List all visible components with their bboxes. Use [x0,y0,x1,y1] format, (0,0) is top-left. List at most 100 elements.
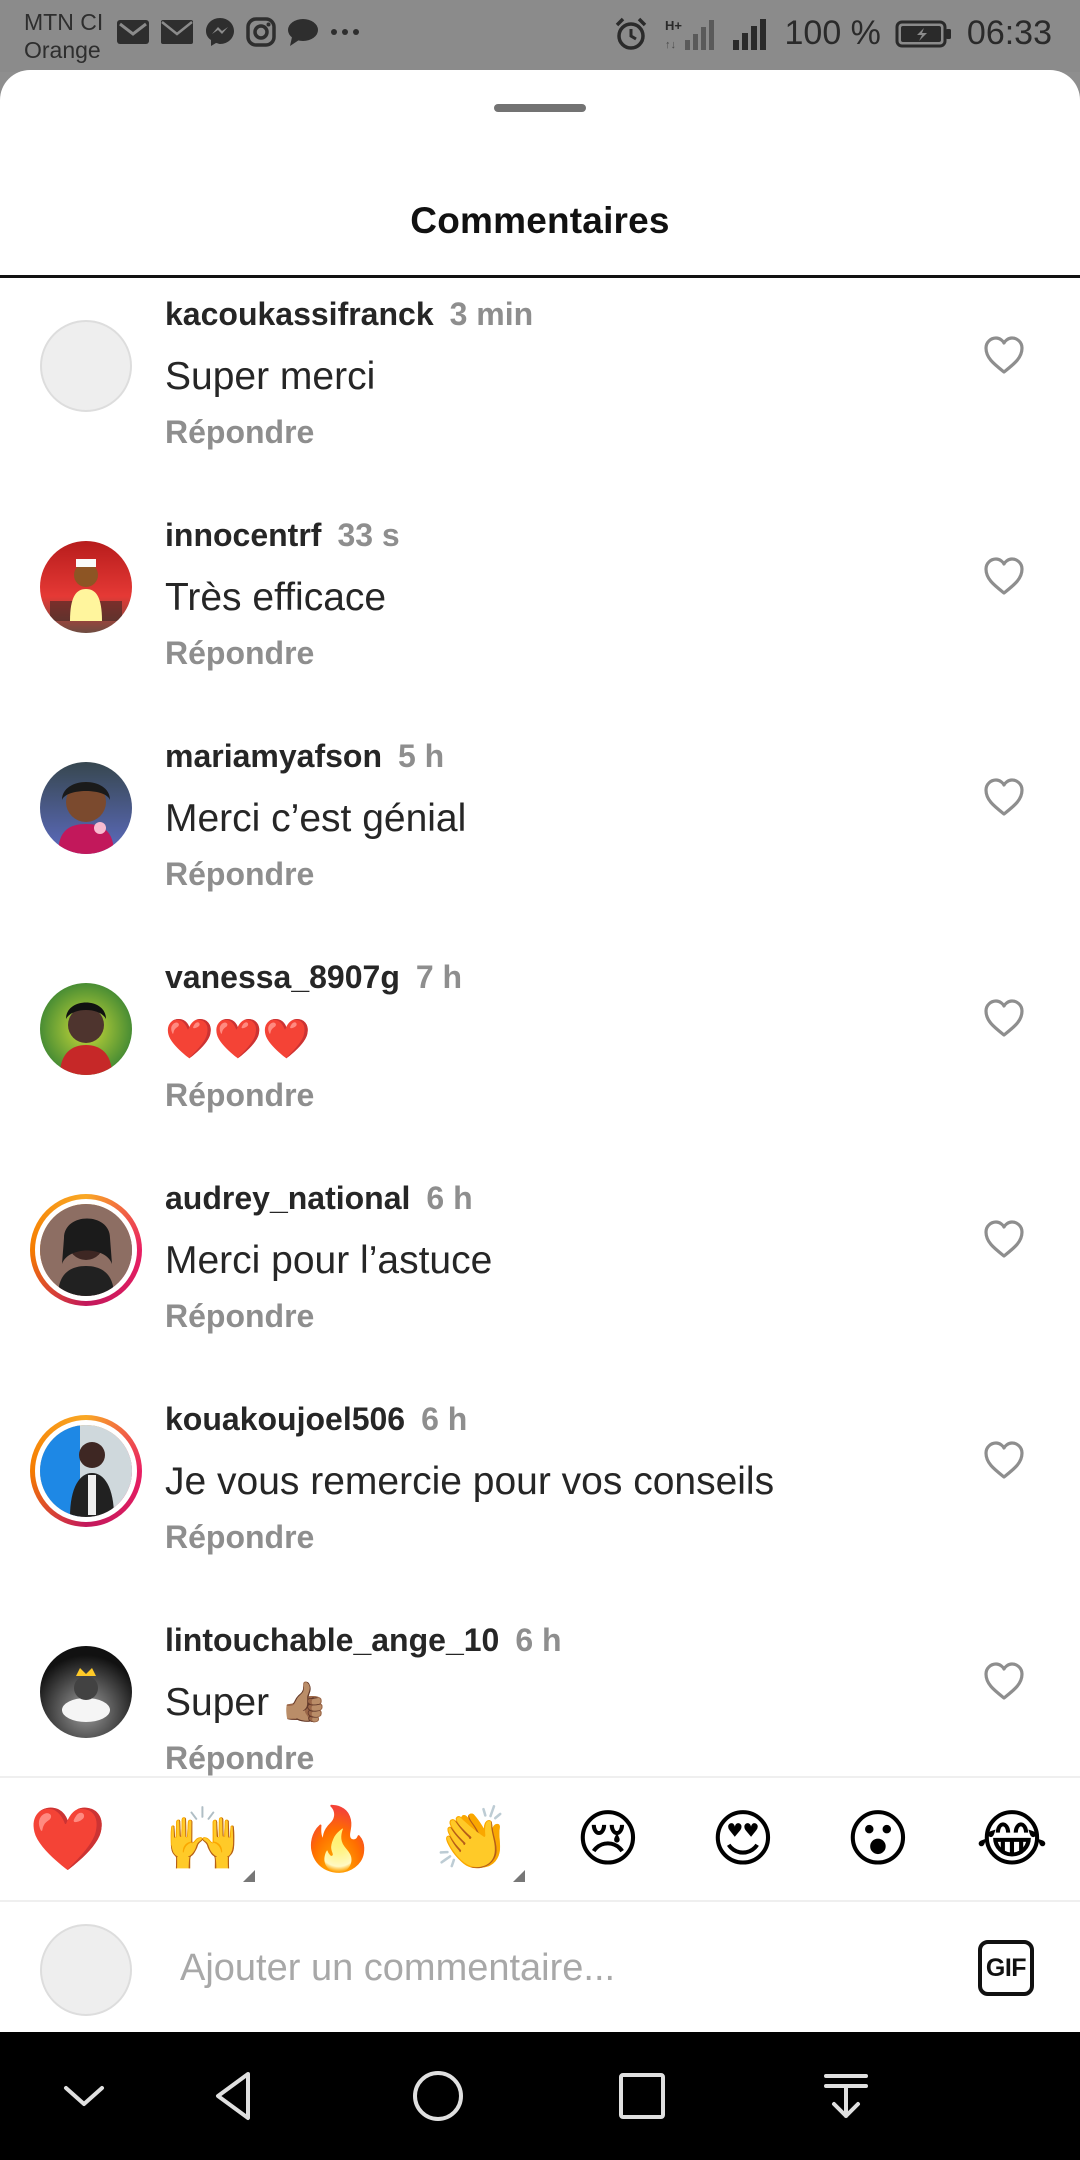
skin-tone-indicator [513,1870,525,1882]
comment-username[interactable]: kacoukassifranck [165,296,434,332]
like-heart-icon[interactable] [982,997,1026,1041]
notification-pull-icon[interactable] [816,2066,876,2126]
comment-username[interactable]: audrey_national [165,1180,410,1216]
system-nav-bar [0,2032,1080,2160]
comment-username[interactable]: mariamyafson [165,738,382,774]
reaction-crying[interactable]: 😢 [566,1798,650,1882]
reply-button[interactable]: Répondre [165,635,314,672]
avatar[interactable] [40,320,132,412]
carrier-name-secondary: Orange [24,37,101,63]
like-heart-icon[interactable] [982,555,1026,599]
notification-icons [116,16,360,48]
comment-username[interactable]: vanessa_8907g [165,959,400,995]
comment-time: 5 h [397,738,445,774]
instagram-icon [246,17,276,47]
reply-button[interactable]: Répondre [165,1077,314,1114]
comment-time: 6 h [421,1401,468,1437]
like-heart-icon[interactable] [982,334,1026,378]
comment-text: Merci c’est génial [165,797,467,840]
comment-header: kacoukassifranck 3 min [165,294,533,334]
reply-button[interactable]: Répondre [165,856,314,893]
signal-icon [731,16,771,52]
clock: 06:33 [966,14,1052,52]
comment-header: audrey_national 6 h [165,1178,473,1218]
messenger-icon [204,16,236,48]
comment-time: 6 h [426,1180,473,1216]
comment-time: 33 s [337,517,400,553]
signal-h-plus-icon: H+ ↑↓ [663,16,717,52]
avatar-wrap[interactable] [40,762,132,854]
svg-text:↑↓: ↑↓ [665,39,676,51]
comment-text: Super merci [165,355,376,398]
comment-composer: GIF [0,1900,1080,2032]
drag-handle[interactable] [494,104,586,112]
comment-time: 3 min [449,296,534,332]
battery-percentage: 100 % [784,14,881,52]
comment-header: innocentrf 33 s [165,515,400,555]
avatar[interactable] [35,1199,137,1301]
reply-button[interactable]: Répondre [165,1740,314,1777]
screen: MTN CI Orange H+ ↑↓ 100 % 06:33 Commenta… [0,0,1080,2160]
comment-text: Je vous remercie pour vos conseils [165,1460,775,1503]
reaction-fire[interactable]: 🔥 [296,1798,380,1882]
reply-button[interactable]: Répondre [165,1298,314,1335]
comments-list[interactable]: kacoukassifranck 3 min Super merci Répond… [0,278,1080,1778]
comment-header: mariamyafson 5 h [165,736,444,776]
comment-row: lintouchable_ange_10 6 h Super 👍🏽 Répondr… [0,1604,1080,1778]
comment-time: 6 h [515,1622,562,1658]
gmail-icon [116,18,150,46]
avatar-wrap[interactable] [40,983,132,1075]
comment-row: kouakoujoel506 6 h Je vous remercie pour … [0,1383,1080,1604]
svg-text:H+: H+ [665,18,682,33]
avatar[interactable] [40,762,132,854]
comment-text: ❤️❤️❤️ [165,1018,311,1061]
back-icon[interactable] [204,2066,264,2126]
status-bar: MTN CI Orange H+ ↑↓ 100 % 06:33 [0,0,1080,72]
comment-row: innocentrf 33 s Très efficace Répondre [0,499,1080,720]
reply-button[interactable]: Répondre [165,1519,314,1556]
like-heart-icon[interactable] [982,776,1026,820]
comment-header: lintouchable_ange_10 6 h [165,1620,562,1660]
chat-icon [286,17,320,47]
reaction-surprised[interactable]: 😮 [836,1798,920,1882]
avatar[interactable] [40,541,132,633]
home-icon[interactable] [408,2066,468,2126]
comment-row: vanessa_8907g 7 h ❤️❤️❤️ Répondre [0,941,1080,1162]
like-heart-icon[interactable] [982,1660,1026,1704]
sheet-title: Commentaires [410,200,670,241]
like-heart-icon[interactable] [982,1439,1026,1483]
comment-header: vanessa_8907g 7 h [165,957,462,997]
comment-text: Super 👍🏽 [165,1681,329,1724]
battery-icon [895,19,953,49]
comment-row: kacoukassifranck 3 min Super merci Répond… [0,278,1080,499]
reply-button[interactable]: Répondre [165,414,314,451]
reaction-raised-hands[interactable]: 🙌 [161,1798,255,1882]
current-user-avatar [40,1924,132,2016]
like-heart-icon[interactable] [982,1218,1026,1262]
avatar[interactable] [40,1646,132,1738]
avatar-wrap[interactable] [40,320,132,412]
comment-username[interactable]: innocentrf [165,517,321,553]
comment-username[interactable]: lintouchable_ange_10 [165,1622,499,1658]
reaction-heart-eyes[interactable]: 😍 [701,1798,785,1882]
comment-text: Très efficace [165,576,387,619]
comment-username[interactable]: kouakoujoel506 [165,1401,405,1437]
add-comment-input[interactable] [180,1942,940,1994]
skin-tone-indicator [243,1870,255,1882]
carrier-info: MTN CI Orange [24,8,103,64]
story-ring[interactable] [30,1415,142,1527]
avatar-wrap[interactable] [40,541,132,633]
reaction-laughing[interactable]: 😂 [970,1798,1054,1882]
reaction-clapping[interactable]: 👏 [431,1798,525,1882]
avatar-wrap[interactable] [40,1646,132,1738]
avatar[interactable] [40,983,132,1075]
reaction-raised-hands-emoji: 🙌 [164,1805,242,1874]
comment-header: kouakoujoel506 6 h [165,1399,467,1439]
avatar[interactable] [35,1420,137,1522]
comment-row: audrey_national 6 h Merci pour l’astuce R… [0,1162,1080,1383]
story-ring[interactable] [30,1194,142,1306]
reaction-heart[interactable]: ❤️ [26,1798,110,1882]
gif-button[interactable]: GIF [978,1940,1034,1996]
recents-icon[interactable] [612,2066,672,2126]
hide-keyboard-icon[interactable] [54,2066,114,2126]
